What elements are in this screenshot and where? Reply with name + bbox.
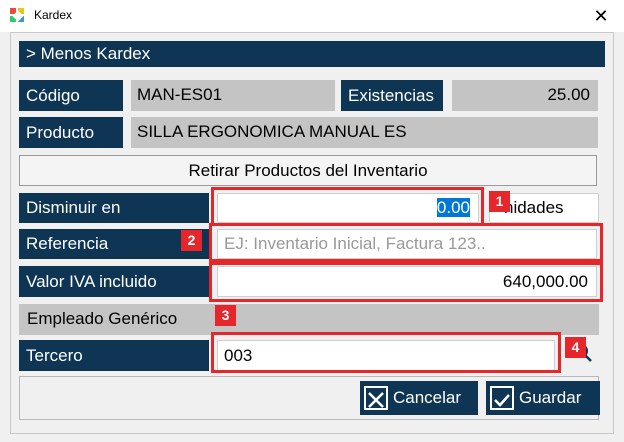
codigo-value: MAN-ES01 [131, 80, 335, 111]
disminuir-label: Disminuir en [19, 193, 209, 223]
check-box-icon [490, 386, 514, 410]
title-bar: Kardex ✕ [0, 0, 624, 32]
empleado-bar: Empleado Genérico [19, 304, 599, 335]
cancel-label: Cancelar [393, 388, 462, 407]
annotation-box-2 [209, 223, 603, 262]
producto-value: SILLA ERGONOMICA MANUAL ES [131, 117, 598, 148]
annotation-badge-3: 3 [215, 305, 236, 326]
section-title: Retirar Productos del Inventario [19, 155, 597, 186]
existencias-label: Existencias [341, 80, 443, 111]
unit-label: nidades [504, 198, 564, 217]
annotation-box-3 [209, 262, 603, 302]
annotation-badge-1: 1 [489, 191, 510, 212]
app-logo-icon [10, 8, 26, 24]
annotation-badge-4: 4 [565, 337, 586, 358]
button-bar: Cancelar Guardar [19, 376, 600, 420]
save-button[interactable]: Guardar [486, 381, 600, 415]
x-box-icon [364, 386, 388, 410]
valor-iva-label: Valor IVA incluido [19, 266, 209, 297]
cancel-button[interactable]: Cancelar [360, 381, 478, 415]
save-label: Guardar [519, 388, 582, 407]
existencias-value: 25.00 [452, 80, 598, 111]
header-bar: > Menos Kardex [19, 41, 605, 67]
annotation-badge-2: 2 [181, 230, 202, 251]
codigo-label: Código [19, 80, 123, 111]
window-title: Kardex [34, 8, 73, 22]
annotation-box-1 [211, 187, 484, 226]
tercero-label: Tercero [19, 340, 209, 371]
header-label: > Menos Kardex [26, 44, 151, 63]
producto-label: Producto [19, 117, 123, 148]
close-icon[interactable]: ✕ [578, 0, 624, 32]
annotation-box-4 [211, 332, 561, 373]
